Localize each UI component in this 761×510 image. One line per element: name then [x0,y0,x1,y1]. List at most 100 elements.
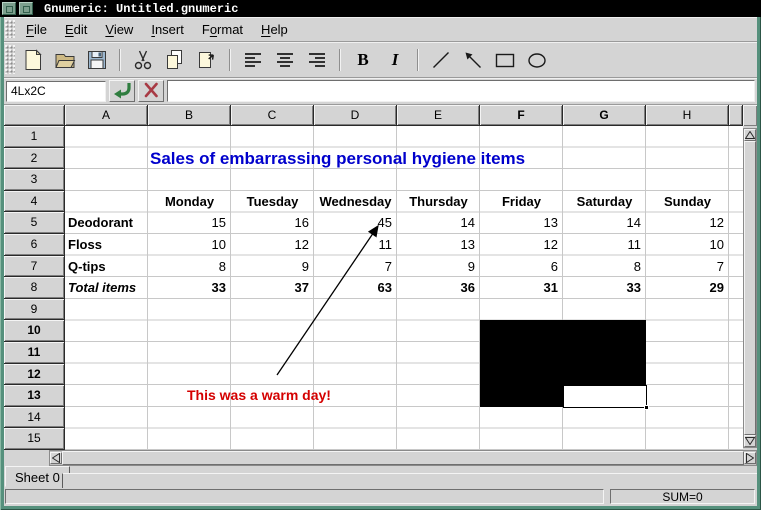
cell-value-deodorant-7[interactable]: 12 [646,212,729,234]
cell-value-q-tips-1[interactable]: 8 [148,256,231,278]
cell-label-deodorant[interactable]: Deodorant [65,212,148,234]
draw-rectangle-button[interactable] [490,45,520,75]
menu-edit[interactable]: Edit [56,19,96,40]
row-header-11[interactable]: 11 [4,342,65,364]
cell-value-total-items-6[interactable]: 33 [563,277,646,299]
bold-button[interactable]: B [348,45,378,75]
cell-value-floss-6[interactable]: 11 [563,234,646,256]
select-all-corner[interactable] [4,105,65,126]
row-header-6[interactable]: 6 [4,234,65,256]
cell-value-deodorant-4[interactable]: 14 [397,212,480,234]
cell-value-deodorant-3[interactable]: 45 [314,212,397,234]
cell-value-floss-7[interactable]: 10 [646,234,729,256]
italic-button[interactable]: I [380,45,410,75]
paste-button[interactable] [192,45,222,75]
row-header-2[interactable]: 2 [4,148,65,170]
cell-day-thursday[interactable]: Thursday [397,191,480,213]
column-header-g[interactable]: G [563,105,646,126]
cell-day-wednesday[interactable]: Wednesday [314,191,397,213]
cut-button[interactable] [128,45,158,75]
cell-day-saturday[interactable]: Saturday [563,191,646,213]
column-header-h[interactable]: H [646,105,729,126]
scroll-up-button[interactable] [744,129,756,141]
scroll-right-button[interactable] [744,452,756,464]
draw-arrow-button[interactable] [458,45,488,75]
cell-value-total-items-7[interactable]: 29 [646,277,729,299]
row-header-14[interactable]: 14 [4,407,65,429]
column-header-d[interactable]: D [314,105,397,126]
cell-value-total-items-3[interactable]: 63 [314,277,397,299]
cell-value-floss-4[interactable]: 13 [397,234,480,256]
cell-day-tuesday[interactable]: Tuesday [231,191,314,213]
column-header-a[interactable]: A [65,105,148,126]
tab-sheet0[interactable]: Sheet 0 [5,466,70,487]
menu-view[interactable]: View [96,19,142,40]
cell-value-deodorant-6[interactable]: 14 [563,212,646,234]
column-header-f[interactable]: F [480,105,563,126]
cell-day-friday[interactable]: Friday [480,191,563,213]
align-right-button[interactable] [302,45,332,75]
row-header-7[interactable]: 7 [4,256,65,278]
cell-title-b2[interactable]: Sales of embarrassing personal hygiene i… [148,148,525,170]
vertical-scrollbar[interactable] [743,128,757,448]
cell-value-floss-5[interactable]: 12 [480,234,563,256]
menu-help[interactable]: Help [252,19,297,40]
column-header-partial[interactable] [729,105,743,126]
cell-reference-box[interactable] [6,81,106,102]
row-header-12[interactable]: 12 [4,364,65,386]
window-menu-button[interactable] [2,2,16,15]
cell-value-total-items-1[interactable]: 33 [148,277,231,299]
titlebar[interactable]: Gnumeric: Untitled.gnumeric [0,0,761,17]
cell-value-floss-1[interactable]: 10 [148,234,231,256]
menu-format[interactable]: Format [193,19,252,40]
confirm-entry-button[interactable] [109,80,135,102]
cell-value-floss-3[interactable]: 11 [314,234,397,256]
cell-annotation[interactable]: This was a warm day! [187,385,331,407]
cell-day-sunday[interactable]: Sunday [646,191,729,213]
cell-label-total-items[interactable]: Total items [65,277,148,299]
cell-value-deodorant-5[interactable]: 13 [480,212,563,234]
align-center-button[interactable] [270,45,300,75]
cell-value-q-tips-2[interactable]: 9 [231,256,314,278]
align-left-button[interactable] [238,45,268,75]
copy-button[interactable] [160,45,190,75]
cell-value-deodorant-1[interactable]: 15 [148,212,231,234]
horizontal-scrollbar[interactable] [49,450,757,466]
row-header-10[interactable]: 10 [4,320,65,342]
cell-value-q-tips-7[interactable]: 7 [646,256,729,278]
toolbar-grip-handle[interactable] [5,45,15,74]
row-header-9[interactable]: 9 [4,299,65,321]
new-file-button[interactable] [18,45,48,75]
menubar-grip-handle[interactable] [5,20,15,38]
menu-file[interactable]: File [17,19,56,40]
formula-input[interactable] [167,80,755,102]
scroll-left-button[interactable] [50,452,62,464]
cell-value-total-items-4[interactable]: 36 [397,277,480,299]
draw-ellipse-button[interactable] [522,45,552,75]
cell-value-total-items-2[interactable]: 37 [231,277,314,299]
cell-value-q-tips-5[interactable]: 6 [480,256,563,278]
row-header-8[interactable]: 8 [4,277,65,299]
cell-value-q-tips-4[interactable]: 9 [397,256,480,278]
cell-value-total-items-5[interactable]: 31 [480,277,563,299]
active-cell-g13[interactable] [563,385,647,408]
menu-insert[interactable]: Insert [142,19,193,40]
cell-day-monday[interactable]: Monday [148,191,231,213]
cell-value-q-tips-6[interactable]: 8 [563,256,646,278]
vertical-scrollbar-thumb[interactable] [744,141,756,435]
row-header-5[interactable]: 5 [4,212,65,234]
cell-label-floss[interactable]: Floss [65,234,148,256]
cell-value-q-tips-3[interactable]: 7 [314,256,397,278]
window-menu-button[interactable] [19,2,33,15]
row-header-1[interactable]: 1 [4,126,65,148]
column-header-e[interactable]: E [397,105,480,126]
horizontal-scrollbar-thumb[interactable] [62,451,744,465]
row-header-15[interactable]: 15 [4,428,65,450]
open-file-button[interactable] [50,45,80,75]
scroll-down-button[interactable] [744,435,756,447]
row-header-4[interactable]: 4 [4,191,65,213]
column-header-c[interactable]: C [231,105,314,126]
cell-value-deodorant-2[interactable]: 16 [231,212,314,234]
draw-line-button[interactable] [426,45,456,75]
cell-label-q-tips[interactable]: Q-tips [65,256,148,278]
